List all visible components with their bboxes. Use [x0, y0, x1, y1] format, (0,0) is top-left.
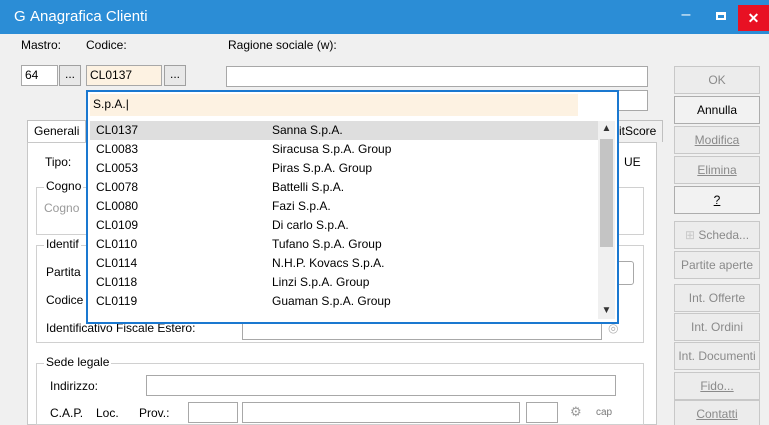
- provincia-label: Prov.:: [139, 406, 170, 420]
- tab-generali[interactable]: Generali: [27, 120, 87, 142]
- int-offerte-button[interactable]: Int. Offerte: [674, 284, 760, 312]
- identificazione-group-title: Identif: [44, 237, 81, 251]
- list-item[interactable]: CL0114 N.H.P. Kovacs S.p.A.: [90, 254, 598, 273]
- mastro-label: Mastro:: [21, 38, 62, 52]
- list-item[interactable]: CL0118 Linzi S.p.A. Group: [90, 273, 598, 292]
- app-logo-icon: G: [14, 8, 26, 25]
- contatti-button[interactable]: Contatti: [674, 400, 760, 425]
- codice-autocomplete-popup: S.p.A.| CL0137 Sanna S.p.A. CL0083 Siracus…: [86, 90, 619, 324]
- scheda-icon: ⊞: [684, 228, 699, 242]
- int-ordini-button[interactable]: Int. Ordini: [674, 313, 760, 341]
- item-code: CL0114: [96, 256, 138, 270]
- localita-field[interactable]: [242, 402, 520, 423]
- indirizzo-field[interactable]: [146, 375, 616, 396]
- item-name: N.H.P. Kovacs S.p.A.: [272, 256, 385, 270]
- item-name: Siracusa S.p.A. Group: [272, 142, 392, 156]
- modifica-button[interactable]: Modifica: [674, 126, 760, 154]
- close-button[interactable]: ✕: [738, 5, 769, 31]
- item-name: Guaman S.p.A. Group: [272, 294, 391, 308]
- item-code: CL0109: [96, 218, 139, 232]
- help-label: ?: [713, 193, 721, 207]
- list-item[interactable]: CL0109 Di carlo S.p.A.: [90, 216, 598, 235]
- int-documenti-button[interactable]: Int. Documenti: [674, 342, 760, 370]
- localita-label: Loc.: [96, 406, 119, 420]
- item-code: CL0080: [96, 199, 139, 213]
- tipo-label: Tipo:: [45, 155, 72, 169]
- contatti-label: Contatti: [696, 407, 738, 421]
- autocomplete-search-value: S.p.A.: [93, 97, 126, 111]
- ok-button[interactable]: OK: [674, 66, 760, 94]
- list-item[interactable]: CL0137 Sanna S.p.A.: [90, 121, 598, 140]
- tab-creditscore[interactable]: itScore: [612, 120, 664, 142]
- cognome-group-title: Cogno: [44, 179, 84, 193]
- modifica-label: Modifica: [694, 133, 740, 147]
- scroll-up-icon[interactable]: ▲: [598, 121, 615, 137]
- cognome-placeholder: Cogno: [44, 201, 80, 215]
- title-bar: G Anagrafica Clienti – ✕: [0, 0, 769, 34]
- autocomplete-search-input[interactable]: S.p.A.|: [90, 94, 578, 116]
- item-name: Sanna S.p.A.: [272, 123, 343, 137]
- item-name: Linzi S.p.A. Group: [272, 275, 370, 289]
- item-code: CL0110: [96, 237, 138, 251]
- minimize-button[interactable]: –: [668, 0, 704, 30]
- cap-lookup-link[interactable]: cap: [596, 407, 612, 418]
- partite-aperte-button[interactable]: Partite aperte: [674, 251, 760, 279]
- provincia-field[interactable]: [526, 402, 558, 423]
- annulla-button[interactable]: Annulla: [674, 96, 760, 124]
- scroll-down-icon[interactable]: ▼: [598, 303, 615, 319]
- elimina-button[interactable]: Elimina: [674, 156, 760, 184]
- list-item[interactable]: CL0053 Piras S.p.A. Group: [90, 159, 598, 178]
- sede-legale-group-title: Sede legale: [44, 355, 112, 369]
- help-button[interactable]: ?: [674, 186, 760, 214]
- mastro-field[interactable]: 64: [21, 65, 58, 86]
- item-name: Fazi S.p.A.: [272, 199, 331, 213]
- ue-label: UE: [624, 155, 641, 169]
- cap-lookup-icon[interactable]: ⚙: [570, 404, 582, 420]
- autocomplete-scrollbar[interactable]: ▲ ▼: [598, 121, 615, 319]
- ragione-sociale-field[interactable]: [226, 66, 648, 87]
- item-code: CL0118: [96, 275, 138, 289]
- fido-label: Fido...: [700, 379, 734, 393]
- fido-button[interactable]: Fido...: [674, 372, 760, 400]
- scheda-label: Scheda...: [698, 228, 750, 242]
- item-name: Piras S.p.A. Group: [272, 161, 373, 175]
- codice-fiscale-label: Codice: [46, 293, 84, 307]
- codice-browse-button[interactable]: ...: [164, 65, 186, 86]
- cap-label: C.A.P.: [50, 406, 84, 420]
- item-name: Di carlo S.p.A.: [272, 218, 349, 232]
- item-code: CL0119: [96, 294, 138, 308]
- list-item[interactable]: CL0110 Tufano S.p.A. Group: [90, 235, 598, 254]
- item-code: CL0083: [96, 142, 139, 156]
- window-title: Anagrafica Clienti: [30, 8, 148, 25]
- scrollbar-thumb[interactable]: [600, 139, 613, 247]
- cap-field[interactable]: [188, 402, 238, 423]
- codice-label: Codice:: [86, 38, 127, 52]
- item-code: CL0078: [96, 180, 139, 194]
- list-item[interactable]: CL0083 Siracusa S.p.A. Group: [90, 140, 598, 159]
- elimina-label: Elimina: [697, 163, 737, 177]
- maximize-icon: [716, 11, 726, 20]
- list-item[interactable]: CL0119 Guaman S.p.A. Group: [90, 292, 598, 311]
- mastro-browse-button[interactable]: ...: [59, 65, 81, 86]
- partita-iva-label: Partita: [46, 265, 81, 279]
- item-name: Battelli S.p.A.: [272, 180, 345, 194]
- item-code: CL0137: [96, 123, 139, 137]
- autocomplete-list: CL0137 Sanna S.p.A. CL0083 Siracusa S.p.A.…: [90, 121, 598, 321]
- item-code: CL0053: [96, 161, 139, 175]
- item-name: Tufano S.p.A. Group: [272, 237, 382, 251]
- ragione-sociale-label: Ragione sociale (w):: [228, 38, 337, 52]
- indirizzo-label: Indirizzo:: [50, 379, 99, 393]
- list-item[interactable]: CL0080 Fazi S.p.A.: [90, 197, 598, 216]
- scheda-button[interactable]: ⊞ Scheda...: [674, 221, 760, 249]
- codice-field[interactable]: CL0137: [86, 65, 162, 86]
- list-item[interactable]: CL0078 Battelli S.p.A.: [90, 178, 598, 197]
- maximize-button[interactable]: [704, 0, 738, 30]
